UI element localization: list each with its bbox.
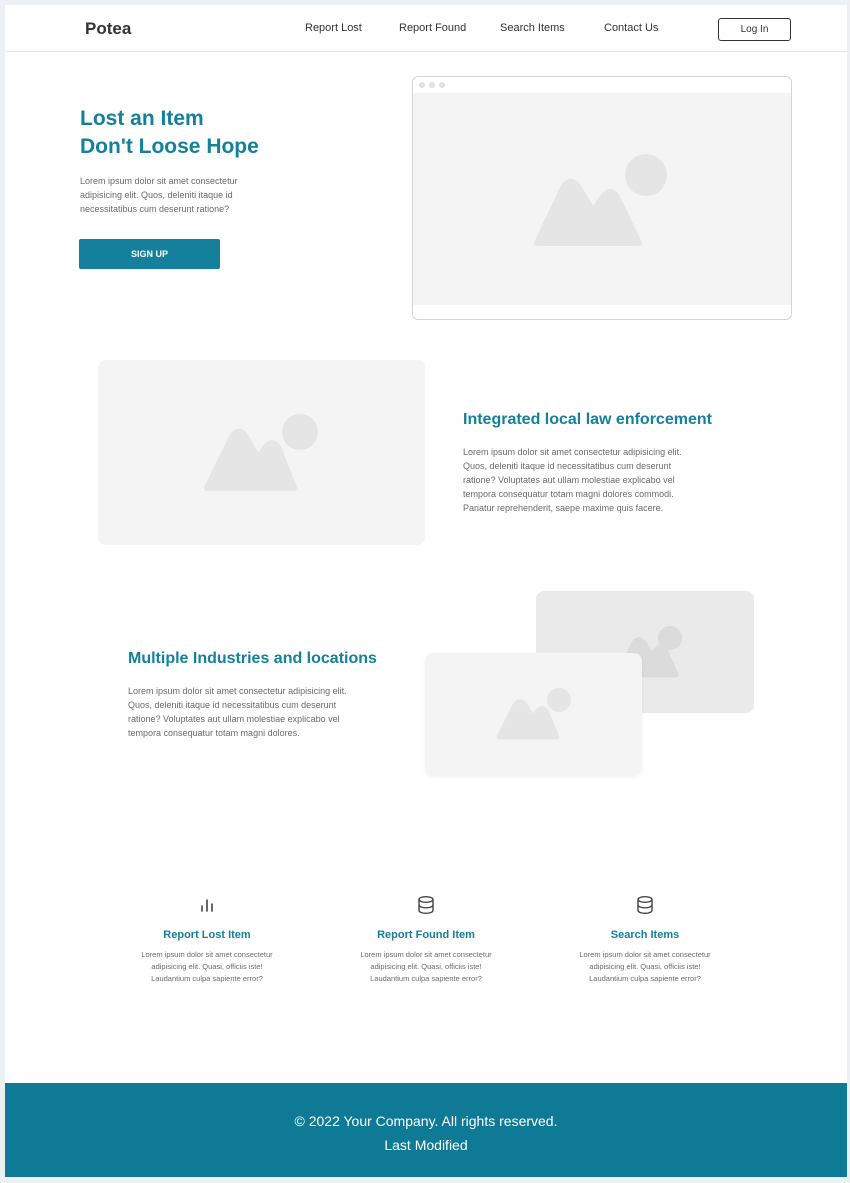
footer-copyright: © 2022 Your Company. All rights reserved… <box>294 1113 558 1129</box>
hero-description: Lorem ipsum dolor sit amet consectetur a… <box>80 176 238 214</box>
feature-search-items: Search Items Lorem ipsum dolor sit amet … <box>570 895 720 985</box>
hero-title-line1: Lost an Item <box>80 107 204 130</box>
feature-report-lost: Report Lost Item Lorem ipsum dolor sit a… <box>132 895 282 985</box>
footer: © 2022 Your Company. All rights reserved… <box>5 1083 847 1177</box>
bar-chart-icon <box>201 899 213 912</box>
section2-description: Lorem ipsum dolor sit amet consectetur a… <box>128 686 347 738</box>
hero-title: Lost an Item Don't Loose Hope <box>80 105 259 161</box>
feature-title: Report Found Item <box>377 929 475 941</box>
window-dot-icon <box>419 82 425 88</box>
feature-title: Report Lost Item <box>163 929 251 941</box>
signup-button[interactable]: SIGN UP <box>79 239 220 269</box>
hero-title-line2: Don't Loose Hope <box>80 135 259 158</box>
nav-link-search-items[interactable]: Search Items <box>500 22 565 34</box>
nav-link-report-lost[interactable]: Report Lost <box>305 22 362 34</box>
section2-title: Multiple Industries and locations <box>128 650 377 667</box>
section1-description: Lorem ipsum dolor sit amet consectetur a… <box>463 447 682 513</box>
database-icon <box>637 896 653 914</box>
window-dot-icon <box>439 82 445 88</box>
top-navbar: Potea Report Lost Report Found Search It… <box>5 5 847 52</box>
section2-image-front <box>425 653 642 775</box>
nav-link-report-found[interactable]: Report Found <box>399 22 466 34</box>
image-placeholder-icon <box>496 688 571 740</box>
nav-link-contact-us[interactable]: Contact Us <box>604 22 658 34</box>
hero-image-placeholder <box>413 93 791 305</box>
page: Potea Report Lost Report Found Search It… <box>5 5 847 1177</box>
database-icon <box>418 896 434 914</box>
image-placeholder-icon <box>534 154 667 246</box>
login-button[interactable]: Log In <box>718 18 791 41</box>
feature-description: Lorem ipsum dolor sit amet consectetur a… <box>579 950 711 983</box>
section1-image-placeholder <box>98 360 425 545</box>
feature-report-found: Report Found Item Lorem ipsum dolor sit … <box>351 895 501 985</box>
section1-title: Integrated local law enforcement <box>463 411 712 428</box>
feature-title: Search Items <box>610 929 680 941</box>
feature-description: Lorem ipsum dolor sit amet consectetur a… <box>141 950 273 983</box>
hero-browser-mockup <box>412 76 792 320</box>
image-placeholder-icon <box>204 414 318 491</box>
footer-last-modified: Last Modified <box>384 1137 468 1153</box>
feature-description: Lorem ipsum dolor sit amet consectetur a… <box>360 950 492 983</box>
window-dot-icon <box>429 82 435 88</box>
brand-logo[interactable]: Potea <box>85 19 131 39</box>
browser-title-bar <box>413 77 791 93</box>
